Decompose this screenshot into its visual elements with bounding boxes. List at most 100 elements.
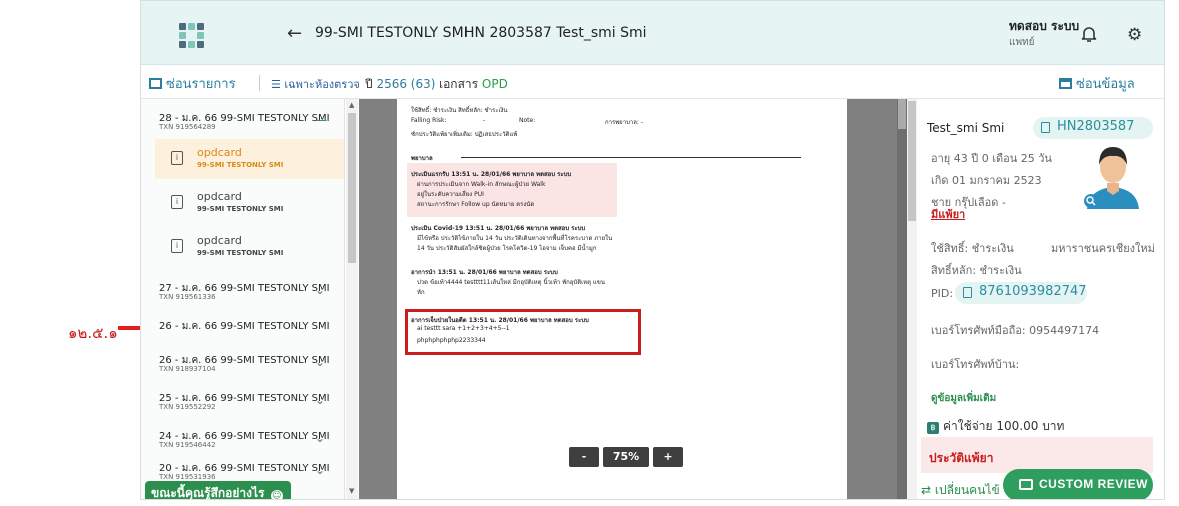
document-icon: i [171,195,183,209]
visit-txn: TXN 919564289 [159,123,216,131]
review-icon [1019,479,1033,490]
chevron-down-icon[interactable]: ⌄ [315,431,325,445]
year-selector[interactable]: ปี 2566 (63) [365,75,435,94]
visit-list: 28 - ม.ค. 66 99-SMI TESTONLY SMI TXN 919… [141,99,345,499]
visit-txn: TXN 919531936 [159,473,216,481]
chevron-down-icon[interactable]: ⌄ [315,283,325,297]
zoom-out-button[interactable]: - [569,447,599,467]
filter-icon: ☰ [271,78,285,91]
cost-value: ค่าใช้จ่าย 100.00 บาท [943,419,1065,433]
doc-line: Falling Risk: [411,117,447,124]
patient-panel: Test_smi Smi HN2803587 อายุ 43 ปี 0 เดือ… [907,99,1164,499]
header-patient-hn: HN 2803587 Test_smi Smi [464,25,647,41]
scrollbar-thumb[interactable] [908,101,916,221]
document-type-selector[interactable]: เอกสาร OPD [439,75,508,94]
payment-right: ใช้สิทธิ์: ชำระเงิน [931,242,1014,255]
back-arrow-icon[interactable]: ← [287,23,302,44]
hn-value: HN2803587 [1057,119,1135,134]
document-name: opdcard [197,190,242,203]
hospital-name: มหาราชนครเชียงใหม่ [1051,242,1155,255]
feedback-label: ขณะนี้คุณรู้สึกอย่างไร [151,486,265,500]
hide-list-button[interactable]: ซ่อนรายการ [149,73,236,94]
visit-title: 26 - ม.ค. 66 99-SMI TESTONLY SMI [159,321,330,332]
chevron-down-icon[interactable]: ⌄ [315,393,325,407]
patient-panel-scrollbar[interactable] [907,99,917,499]
copy-icon [963,287,972,298]
hn-chip[interactable]: HN2803587 [1033,117,1153,139]
doc-line: - [483,117,486,124]
patient-name: Test_smi Smi [927,121,1005,135]
document-item[interactable]: i opdcard 99-SMI TESTONLY SMI [155,183,344,223]
change-patient-button[interactable]: ⇄ เปลี่ยนคนไข้ [921,481,1000,499]
doc-line: หัก [417,289,425,296]
document-item[interactable]: i opdcard 99-SMI TESTONLY SMI [155,227,344,267]
copy-icon [1041,122,1050,133]
receipt-icon: ฿ [927,422,939,434]
pid-label: PID: [931,287,954,300]
document-icon: i [171,239,183,253]
pid-chip[interactable]: 8761093982747 [955,282,1087,304]
doc-line: ซักประวัติแพ้ยาเพิ่มเติม: ปฏิเสธประวัติแ… [411,131,518,138]
chevron-down-icon[interactable]: ⌄ [315,355,325,369]
scroll-up-icon[interactable]: ▲ [349,101,354,109]
toolbar: ซ่อนรายการ ☰ เฉพาะห้องตรวจ ปี 2566 (63) … [141,65,1164,113]
page: ๑๒.๕.๑ ← 99-SMI TESTONLY SMI HN 2803587 … [0,0,1179,506]
more-info-link[interactable]: ดูข้อมูลเพิ่มเติม [931,391,996,406]
doc-line: สถานะการรักษา Follow up นัดหมาย ตรงนัด [417,201,535,208]
clinic-filter-button[interactable]: ☰ เฉพาะห้องตรวจ [271,75,360,93]
zoom-level: 75% [603,447,649,467]
doc-line: อยู่ในระดับความเสี่ยง PUI [417,191,484,198]
user-role: แพทย์ [1009,37,1035,48]
document-viewer: ใช้สิทธิ์: ชำระเงิน สิทธิ์หลัก: ชำระเงิน… [359,99,907,499]
annotation-label: ๑๒.๕.๑ [68,324,118,342]
scroll-down-icon[interactable]: ▼ [349,487,354,495]
doc-line: การพยาบาล: - [605,119,644,126]
avatar[interactable] [1083,139,1143,209]
scrollbar-thumb[interactable] [898,99,906,129]
user-name[interactable]: ทดสอบ ระบบ [1009,17,1079,36]
app-logo[interactable] [179,23,205,49]
document-subtitle: 99-SMI TESTONLY SMI [197,205,284,213]
feedback-button[interactable]: ขณะนี้คุณรู้สึกอย่างไร ☺ [145,481,291,500]
panel-icon [1059,78,1072,89]
filter-label: เฉพาะห้องตรวจ [284,78,360,91]
chevron-down-icon[interactable]: ⌄ [315,463,325,477]
custom-review-label: CUSTOM REVIEW [1039,477,1148,491]
collapse-icon[interactable]: — [315,113,327,127]
allergy-history-title: ประวัติแพ้ยา [929,451,994,465]
gear-icon[interactable]: ⚙ [1127,25,1142,45]
cost-summary: ฿ ค่าใช้จ่าย 100.00 บาท [927,417,1064,436]
allergy-history-header[interactable]: ประวัติแพ้ยา [921,437,1153,473]
allergy-link[interactable]: มีแพ้ยา [931,205,965,223]
viewer-scrollbar[interactable] [897,99,907,499]
document-name: opdcard [197,234,242,247]
smile-icon: ☺ [270,490,283,500]
patient-age: อายุ 43 ปี 0 เดือน 25 วัน [931,152,1052,165]
custom-review-button[interactable]: CUSTOM REVIEW [1003,469,1153,499]
document-name: opdcard [197,146,242,159]
bell-icon[interactable] [1081,25,1097,43]
zoom-in-button[interactable]: + [653,447,683,467]
visit-txn: TXN 919552292 [159,403,216,411]
main-right: สิทธิ์หลัก: ชำระเงิน [931,264,1022,277]
doc-line: Note: [519,117,536,124]
doc-line: ประเมินแรกรับ 13:51 น. 28/01/66 พยาบาล ท… [411,171,572,178]
highlight-box [405,309,641,355]
pid-value: 8761093982747 [979,284,1087,299]
doc-prefix: เอกสาร [439,77,479,91]
document-item-active[interactable]: i opdcard 99-SMI TESTONLY SMI [155,139,344,179]
doc-line: ประเมิน Covid-19 13:51 น. 28/01/66 พยาบา… [411,225,586,232]
document-subtitle: 99-SMI TESTONLY SMI [197,249,284,257]
document-subtitle: 99-SMI TESTONLY SMI [197,161,284,169]
doc-line: มีไข้หรือ ประวัติไข้ภายใน 14 วัน ประวัติ… [417,235,613,242]
visit-txn: TXN 918937104 [159,365,216,373]
visit-list-scrollbar[interactable]: ▲ ▼ [346,99,358,499]
year-prefix: ปี [365,77,373,91]
doc-line: 14 วัน ประวัติสัมผัสใกล้ชิดผู้ป่วย โรคโค… [417,245,597,252]
toolbar-divider [259,75,260,91]
scrollbar-thumb[interactable] [348,113,356,263]
doc-divider [461,157,801,158]
year-value: 2566 (63) [376,77,436,91]
doc-line: ผ่านการประเมินจาก Walk-in ลักษณะผู้ป่วย … [417,181,546,188]
panel-icon [149,78,162,89]
